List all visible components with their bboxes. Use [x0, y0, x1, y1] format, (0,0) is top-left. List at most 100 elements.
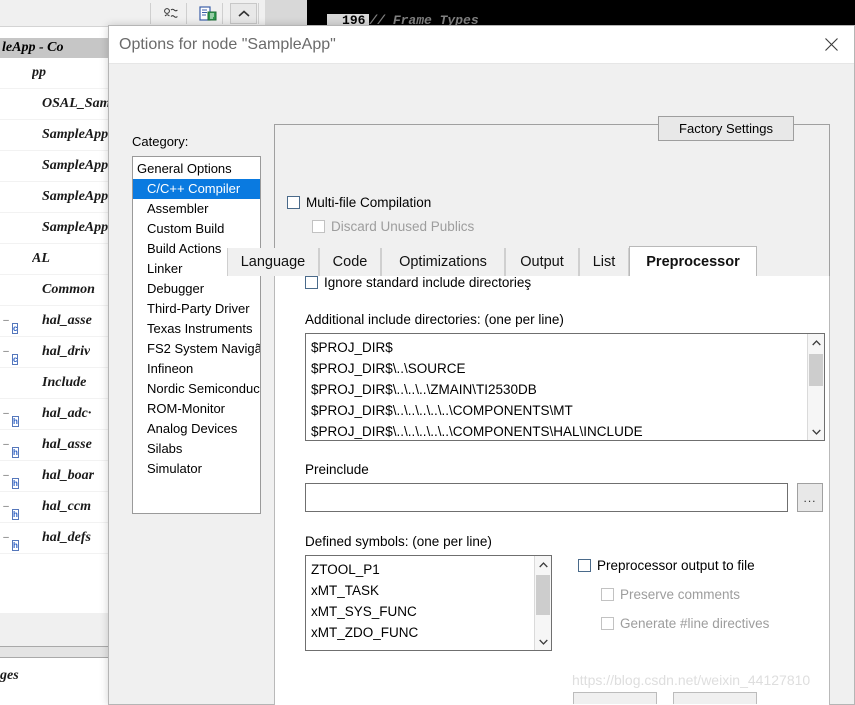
category-item[interactable]: ROM-Monitor	[133, 399, 260, 419]
tree-item[interactable]: Include	[0, 368, 112, 399]
category-label: Category:	[132, 134, 189, 149]
tree-item[interactable]: Common	[0, 275, 112, 306]
folder-icon	[12, 189, 28, 205]
category-item[interactable]: Silabs	[133, 439, 260, 459]
chevron-up-icon[interactable]	[230, 3, 257, 24]
defined-symbol-item[interactable]: ZTOOL_P1	[311, 559, 534, 580]
tree-item[interactable]: – c hal_driv	[0, 337, 112, 368]
tree-item[interactable]: – h hal_boar	[0, 461, 112, 492]
preinclude-browse-button[interactable]: ...	[797, 483, 823, 512]
defined-symbols-items[interactable]: ZTOOL_P1 xMT_TASK xMT_SYS_FUNC xMT_ZDO_FUNC	[306, 556, 534, 650]
include-directory-item[interactable]: $PROJ_DIR$\..\SOURCE	[311, 358, 807, 379]
tree-expander-icon[interactable]: –	[0, 523, 12, 553]
include-directory-item[interactable]: $PROJ_DIR$\..\..\..\..\..\COMPONENTS\MT	[311, 400, 807, 421]
folder-icon	[12, 251, 28, 267]
tree-item[interactable]: SampleApp	[0, 213, 112, 244]
tree-item-label: hal_asse	[42, 437, 92, 452]
tree-item[interactable]: – c hal_asse	[0, 306, 112, 337]
preinclude-input[interactable]	[305, 483, 788, 512]
scroll-up-icon[interactable]	[808, 334, 824, 351]
tree-expander-icon[interactable]: –	[0, 399, 12, 429]
dialog-titlebar[interactable]: Options for node "SampleApp"	[109, 26, 854, 64]
category-item[interactable]: Third-Party Driver	[133, 299, 260, 319]
category-item[interactable]: Analog Devices	[133, 419, 260, 439]
scroll-thumb[interactable]	[809, 354, 823, 386]
scroll-down-icon[interactable]	[535, 633, 551, 650]
tree-item[interactable]: SampleApp	[0, 182, 112, 213]
generate-line-directives-row: Generate #line directives	[601, 616, 769, 631]
folder-icon	[12, 282, 28, 298]
code-editor[interactable]: 196// Frame Types 197#define FRAMETYPE_K…	[265, 0, 855, 27]
tab-optimizations[interactable]: Optimizations	[381, 248, 505, 276]
tree-item-label: hal_boar	[42, 468, 95, 483]
ignore-standard-include-checkbox[interactable]	[305, 276, 318, 289]
toolbar-separator	[222, 3, 223, 24]
factory-settings-button[interactable]: Factory Settings	[658, 116, 794, 141]
category-item[interactable]: C/C++ Compiler	[133, 179, 260, 199]
tab-list[interactable]: List	[579, 248, 629, 276]
include-directory-item[interactable]: $PROJ_DIR$\..\..\..\ZMAIN\TI2530DB	[311, 379, 807, 400]
discard-unused-publics-row: Discard Unused Publics	[312, 219, 474, 234]
include-directory-item[interactable]: $PROJ_DIR$\..\..\..\..\..\COMPONENTS\HAL…	[311, 421, 807, 440]
category-item[interactable]: Custom Build	[133, 219, 260, 239]
tree-expander-icon[interactable]: –	[0, 430, 12, 460]
options-tabstrip[interactable]: Language Code Optimizations Output List Prepr…	[227, 246, 783, 276]
tree-expander-icon[interactable]: –	[0, 461, 12, 491]
preinclude-label: Preinclude	[305, 462, 369, 477]
project-tree[interactable]: pp OSAL_Sam SampleApp SampleApp SampleApp Sam…	[0, 58, 113, 613]
watermark: https://blog.csdn.net/weixin_44127810	[572, 672, 811, 688]
tree-expander-icon[interactable]: –	[0, 492, 12, 522]
preprocessor-output-to-file-row[interactable]: Preprocessor output to file	[578, 558, 755, 573]
include-directory-item[interactable]: $PROJ_DIR$	[311, 337, 807, 358]
tree-expander-icon[interactable]: –	[0, 306, 12, 336]
tree-item[interactable]: OSAL_Sam	[0, 89, 112, 120]
build-icon[interactable]	[194, 3, 221, 24]
tree-item[interactable]: – h hal_ccm	[0, 492, 112, 523]
tree-item[interactable]: – h hal_defs	[0, 523, 112, 554]
ok-button[interactable]	[573, 692, 657, 704]
defined-symbol-item[interactable]: xMT_TASK	[311, 580, 534, 601]
tab-language[interactable]: Language	[227, 248, 319, 276]
close-icon[interactable]	[808, 26, 854, 62]
category-item[interactable]: General Options	[133, 159, 260, 179]
defined-symbol-item[interactable]: xMT_SYS_FUNC	[311, 601, 534, 622]
additional-include-listbox[interactable]: $PROJ_DIR$ $PROJ_DIR$\..\SOURCE $PROJ_DIR$…	[305, 333, 825, 441]
tab-code[interactable]: Code	[319, 248, 381, 276]
preprocessor-output-to-file-checkbox[interactable]	[578, 559, 591, 572]
bookmark-icon[interactable]	[158, 3, 185, 24]
tree-item[interactable]: SampleApp	[0, 151, 112, 182]
tree-item-label: SampleApp	[42, 127, 109, 142]
scroll-up-icon[interactable]	[535, 556, 551, 573]
tree-item-label: OSAL_Sam	[42, 96, 111, 111]
tab-output[interactable]: Output	[505, 248, 579, 276]
multi-file-compilation-checkbox[interactable]	[287, 196, 300, 209]
tree-item[interactable]: – h hal_adc·	[0, 399, 112, 430]
category-item[interactable]: Nordic Semiconduc	[133, 379, 260, 399]
ide-message-tab[interactable]: ges	[0, 668, 19, 684]
tree-item[interactable]: – h hal_asse	[0, 430, 112, 461]
scroll-thumb[interactable]	[536, 575, 550, 615]
code-line: 196// Frame Types	[265, 0, 855, 27]
scroll-down-icon[interactable]	[808, 423, 824, 440]
tree-item[interactable]: pp	[0, 58, 112, 89]
ide-splitter-bar[interactable]	[0, 646, 113, 658]
additional-include-items[interactable]: $PROJ_DIR$ $PROJ_DIR$\..\SOURCE $PROJ_DIR$…	[306, 334, 807, 440]
category-item[interactable]: Assembler	[133, 199, 260, 219]
defined-symbol-item[interactable]: xMT_ZDO_FUNC	[311, 622, 534, 643]
defined-symbols-listbox[interactable]: ZTOOL_P1 xMT_TASK xMT_SYS_FUNC xMT_ZDO_FUNC	[305, 555, 552, 651]
additional-include-scrollbar[interactable]	[807, 334, 824, 440]
defined-symbols-scrollbar[interactable]	[534, 556, 551, 650]
multi-file-compilation-row[interactable]: Multi-file Compilation	[287, 195, 431, 210]
category-item[interactable]: Simulator	[133, 459, 260, 479]
category-item[interactable]: FS2 System Navigã	[133, 339, 260, 359]
tab-preprocessor[interactable]: Preprocessor	[629, 246, 757, 276]
ignore-standard-include-row[interactable]: Ignore standard include directorieş	[305, 275, 531, 290]
tree-expander-icon[interactable]: –	[0, 337, 12, 367]
tree-item[interactable]: SampleApp	[0, 120, 112, 151]
category-list[interactable]: General Options C/C++ Compiler Assembler Cu…	[132, 156, 261, 514]
category-item[interactable]: Debugger	[133, 279, 260, 299]
tree-item[interactable]: AL	[0, 244, 112, 275]
category-item[interactable]: Texas Instruments	[133, 319, 260, 339]
category-item[interactable]: Infineon	[133, 359, 260, 379]
cancel-button[interactable]	[673, 692, 757, 704]
